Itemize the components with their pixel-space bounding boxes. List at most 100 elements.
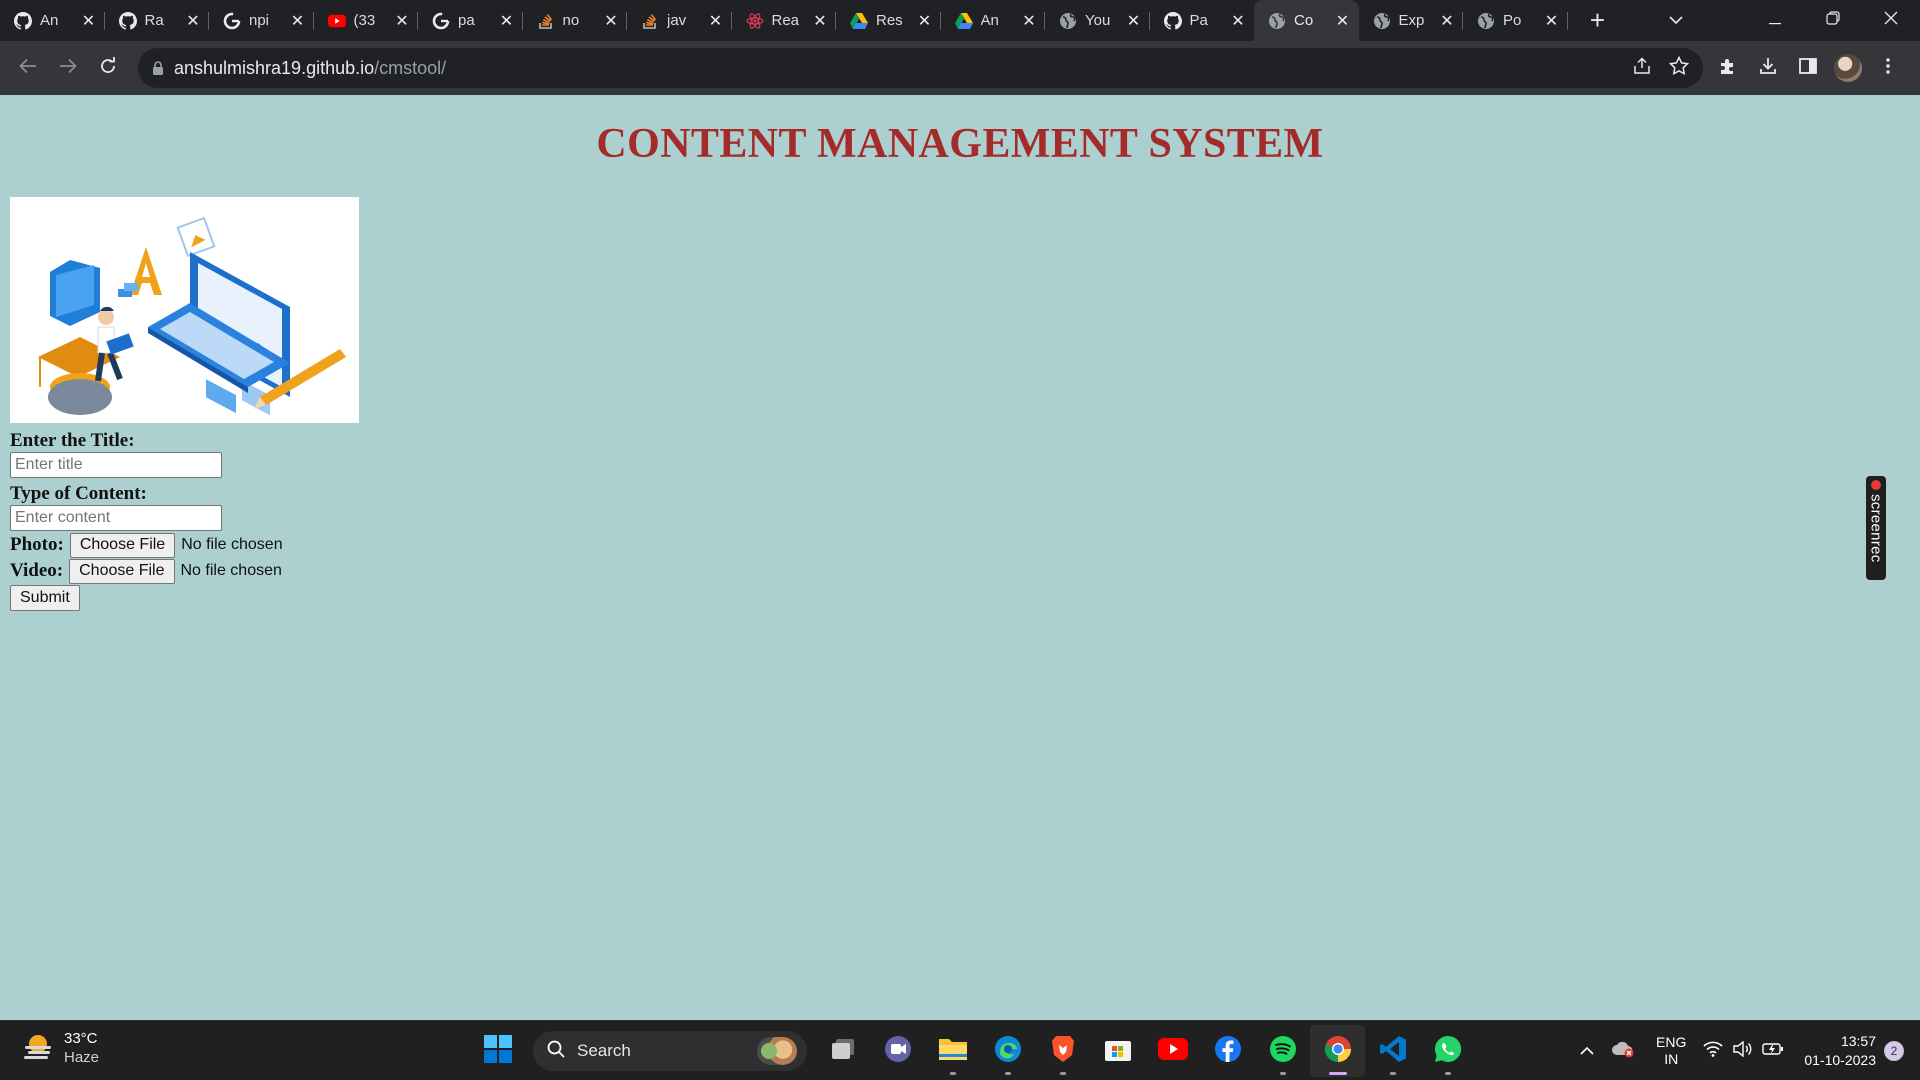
whatsapp-button[interactable] [1420, 1025, 1475, 1077]
tab-close-icon[interactable]: ✕ [917, 13, 933, 30]
tab-close-icon[interactable]: ✕ [1544, 13, 1560, 30]
tab-close-icon[interactable]: ✕ [81, 13, 97, 30]
windows-logo-icon [483, 1034, 512, 1068]
tab[interactable]: no ✕ [523, 0, 628, 41]
tab[interactable]: (33 ✕ [314, 0, 419, 41]
url-path: /cmstool/ [374, 57, 447, 78]
tab[interactable]: Exp ✕ [1359, 0, 1464, 41]
reload-icon [99, 56, 117, 80]
clock-time: 13:57 [1840, 1033, 1876, 1049]
cms-illustration [10, 197, 359, 423]
browser-tab-strip: An ✕ Ra ✕ npi ✕ (33 ✕ pa ✕ no ✕ jav ✕ Rea ✕ Res ✕… [0, 0, 1920, 41]
edge-button[interactable] [980, 1025, 1035, 1077]
submit-button[interactable]: Submit [10, 585, 80, 611]
brave-button[interactable] [1035, 1025, 1090, 1077]
vscode-button[interactable] [1365, 1025, 1420, 1077]
facebook-button[interactable] [1200, 1025, 1255, 1077]
microsoft-store-button[interactable] [1090, 1025, 1145, 1077]
teams-meet-button[interactable] [870, 1025, 925, 1077]
battery-button[interactable] [1758, 1042, 1788, 1061]
clock-date: 01-10-2023 [1804, 1052, 1876, 1068]
menu-button[interactable] [1868, 48, 1908, 88]
tab-close-icon[interactable]: ✕ [812, 13, 828, 30]
react-icon [745, 12, 764, 30]
clock[interactable]: 13:57 01-10-2023 [1804, 1032, 1876, 1070]
search-label: Search [577, 1041, 631, 1060]
share-icon[interactable] [1633, 56, 1651, 80]
spotify-button[interactable] [1255, 1025, 1310, 1077]
tab[interactable]: Res ✕ [836, 0, 941, 41]
tab-close-icon[interactable]: ✕ [394, 13, 410, 30]
microsoft-store-icon [1104, 1036, 1132, 1067]
volume-button[interactable] [1728, 1040, 1758, 1062]
tab-close-icon[interactable]: ✕ [603, 13, 619, 30]
side-panel-button[interactable] [1788, 48, 1828, 88]
stackoverflow-icon [537, 12, 555, 30]
language-indicator[interactable]: ENG IN [1656, 1034, 1686, 1068]
content-type-input[interactable] [10, 505, 222, 531]
google-drive-icon [850, 12, 868, 30]
profile-button[interactable] [1828, 48, 1868, 88]
tab-title: An [40, 12, 59, 29]
url-host: anshulmishra19.github.io [174, 57, 375, 78]
puzzle-icon [1719, 57, 1737, 80]
new-tab-button[interactable]: + [1580, 3, 1616, 39]
tab-close-icon[interactable]: ✕ [185, 13, 201, 30]
tab-search-button[interactable] [1656, 12, 1696, 30]
url-text[interactable]: anshulmishra19.github.io/cmstool/ [174, 58, 446, 79]
extensions-button[interactable] [1708, 48, 1748, 88]
tab-close-icon[interactable]: ✕ [1230, 13, 1246, 30]
tab[interactable]: Pa ✕ [1150, 0, 1255, 41]
photo-choose-file-button[interactable]: Choose File [69, 532, 176, 558]
language-region: IN [1664, 1051, 1679, 1067]
stackoverflow-icon [641, 12, 659, 30]
video-choose-file-button[interactable]: Choose File [69, 558, 175, 584]
bookmark-star-icon[interactable] [1668, 55, 1690, 80]
address-bar[interactable]: anshulmishra19.github.io/cmstool/ [138, 48, 1703, 88]
tab[interactable]: jav ✕ [627, 0, 732, 41]
notification-badge[interactable]: 2 [1884, 1041, 1904, 1061]
title-input[interactable] [10, 452, 222, 478]
restore-button[interactable] [1804, 0, 1862, 41]
tab-close-icon[interactable]: ✕ [499, 13, 515, 30]
forward-button[interactable] [48, 48, 88, 88]
tab-close-icon[interactable]: ✕ [1021, 13, 1037, 30]
minimize-button[interactable] [1746, 0, 1804, 41]
taskbar-search[interactable]: Search [533, 1031, 807, 1071]
task-view-button[interactable] [815, 1025, 870, 1077]
youtube-app-button[interactable] [1145, 1025, 1200, 1077]
start-button[interactable] [470, 1025, 525, 1077]
tab[interactable]: You ✕ [1045, 0, 1150, 41]
tab[interactable]: An ✕ [0, 0, 105, 41]
chevron-up-icon [1580, 1042, 1594, 1060]
tab-close-icon[interactable]: ✕ [1439, 13, 1455, 30]
wifi-button[interactable] [1698, 1041, 1728, 1062]
downloads-button[interactable] [1748, 48, 1788, 88]
back-button[interactable] [8, 48, 48, 88]
tab-close-icon[interactable]: ✕ [1335, 13, 1351, 30]
tab-close-icon[interactable]: ✕ [1126, 13, 1142, 30]
show-hidden-icons-button[interactable] [1572, 1042, 1602, 1060]
chrome-button[interactable] [1310, 1025, 1365, 1077]
tab-close-icon[interactable]: ✕ [290, 13, 306, 30]
tab[interactable]: npi ✕ [209, 0, 314, 41]
close-window-button[interactable] [1862, 0, 1920, 41]
reload-button[interactable] [88, 48, 128, 88]
weather-widget[interactable]: 33°C Haze [22, 1029, 99, 1067]
photo-file-status: No file chosen [181, 536, 283, 553]
tab-title: Pa [1189, 12, 1208, 29]
tab[interactable]: Po ✕ [1463, 0, 1568, 41]
tab-list: An ✕ Ra ✕ npi ✕ (33 ✕ pa ✕ no ✕ jav ✕ Rea ✕ Res ✕… [0, 0, 1568, 41]
lock-icon[interactable] [152, 60, 164, 76]
tab[interactable]: Rea ✕ [732, 0, 837, 41]
tab[interactable]: An ✕ [941, 0, 1046, 41]
onedrive-status-button[interactable] [1608, 1040, 1638, 1063]
photo-label: Photo: [10, 534, 64, 555]
file-explorer-button[interactable] [925, 1025, 980, 1077]
tab[interactable]: pa ✕ [418, 0, 523, 41]
tab-title: You [1085, 12, 1111, 29]
screenrec-widget[interactable]: screenrec [1866, 476, 1886, 580]
tab-close-icon[interactable]: ✕ [708, 13, 724, 30]
tab[interactable]: Ra ✕ [105, 0, 210, 41]
tab-active[interactable]: Co ✕ [1254, 0, 1359, 41]
